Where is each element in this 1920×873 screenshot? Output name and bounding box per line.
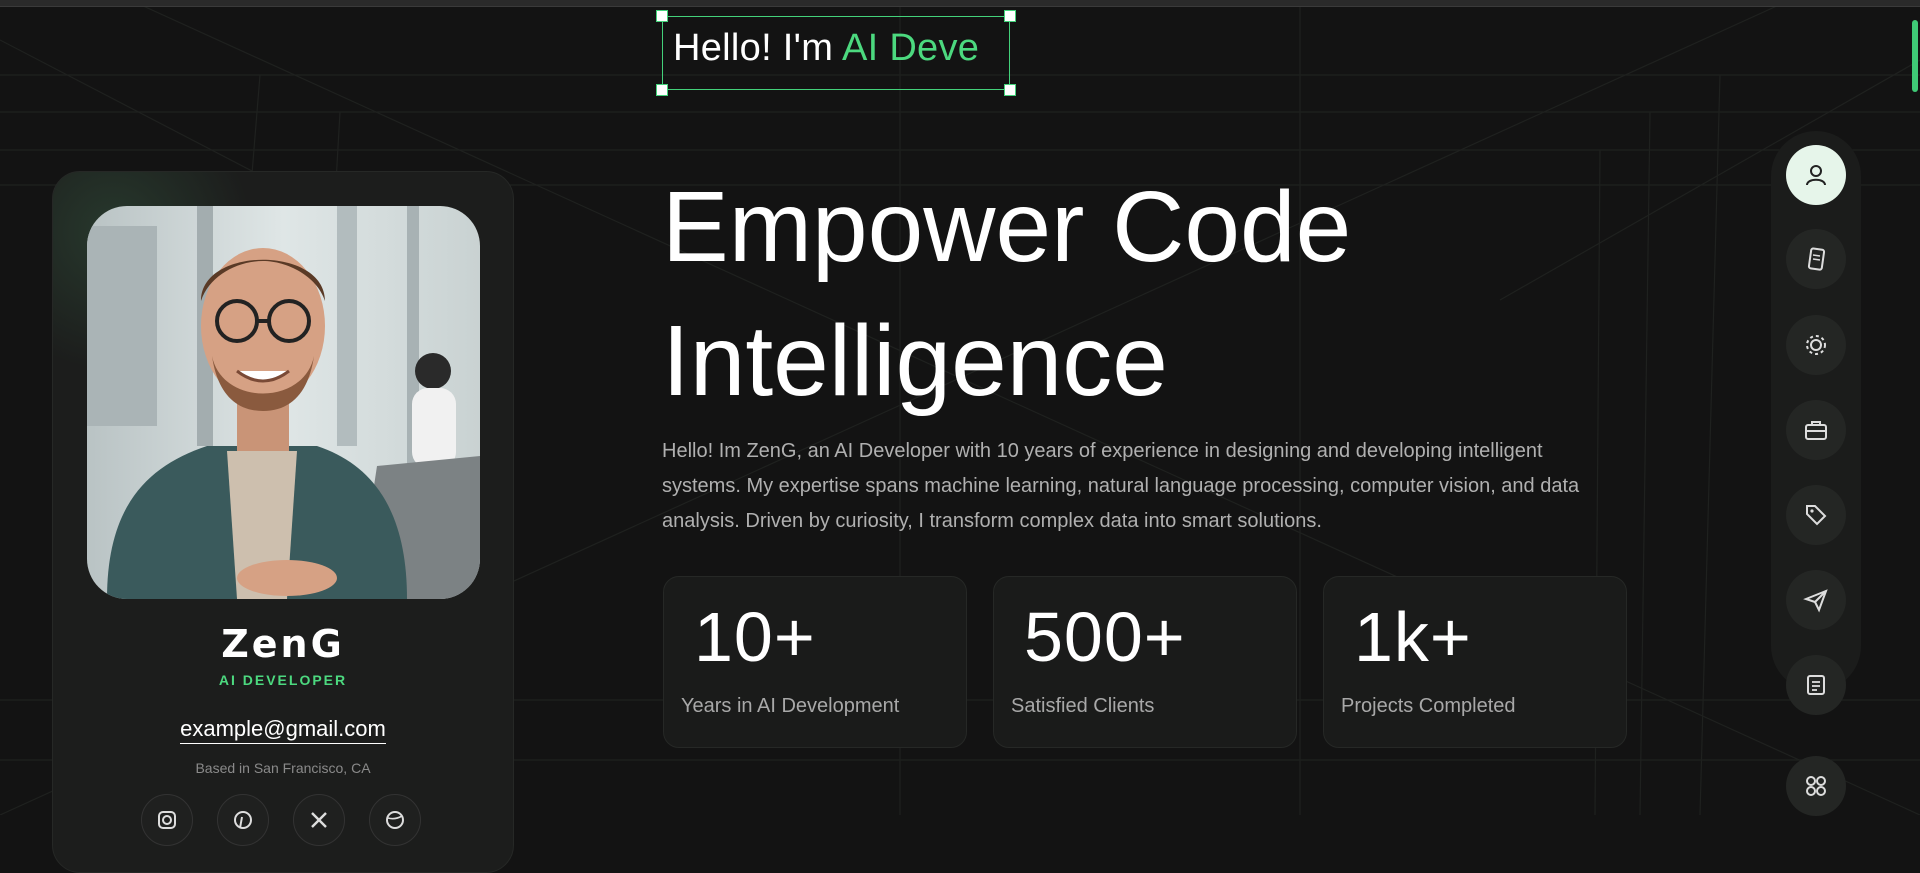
nav-portfolio-button[interactable] — [1786, 400, 1846, 460]
briefcase-icon — [1805, 421, 1827, 440]
greeting-selection-box[interactable]: Hello! I'm AI Deve — [662, 16, 1010, 90]
headline-line-1: Empower Code — [662, 171, 1352, 283]
profile-role: AI DEVELOPER — [218, 672, 348, 688]
send-icon — [1803, 589, 1828, 613]
profile-location: Based in San Francisco, CA — [195, 760, 371, 776]
window-top-edge — [0, 0, 1920, 7]
nav-services-button[interactable] — [1786, 315, 1846, 375]
greeting-prefix: Hello! I'm — [673, 27, 842, 69]
resize-handle-bottom-right[interactable] — [1004, 84, 1016, 96]
nav-resume-button[interactable] — [1786, 229, 1846, 289]
nav-profile-button[interactable] — [1786, 145, 1846, 205]
stat-value: 10+ — [694, 598, 816, 676]
nav-pricing-button[interactable] — [1786, 485, 1846, 545]
resume-icon — [1807, 247, 1826, 271]
profile-card: ZenG AI DEVELOPER example@gmail.com Base… — [52, 171, 514, 873]
hero-headline: Empower Code Intelligence — [662, 160, 1462, 428]
resize-handle-top-left[interactable] — [656, 10, 668, 22]
email-text[interactable]: example@gmail.com — [180, 716, 386, 744]
stat-label: Satisfied Clients — [1011, 695, 1155, 717]
scrollbar-thumb[interactable] — [1912, 20, 1918, 92]
pinterest-icon[interactable] — [217, 794, 269, 846]
stat-card: 10+ Years in AI Development — [663, 576, 967, 748]
nav-blog-button[interactable] — [1786, 655, 1846, 715]
email-link[interactable]: example@gmail.com — [53, 716, 513, 744]
hero-intro: Hello! Im ZenG, an AI Developer with 10 … — [662, 440, 1580, 532]
instagram-icon[interactable] — [141, 794, 193, 846]
greeting-text: Hello! I'm AI Deve — [673, 27, 979, 70]
greeting-accent: AI Deve — [841, 27, 980, 69]
tag-icon — [1806, 505, 1827, 526]
profile-name: ZenG — [221, 622, 345, 666]
nav-contact-button[interactable] — [1786, 570, 1846, 630]
resize-handle-top-right[interactable] — [1004, 10, 1016, 22]
profile-photo — [87, 206, 480, 599]
stat-card: 500+ Satisfied Clients — [993, 576, 1297, 748]
stats-row: 10+ Years in AI Development 500+ Satisfi… — [663, 576, 1627, 748]
stat-value: 500+ — [1024, 598, 1186, 676]
social-links — [141, 794, 421, 846]
stat-value: 1k+ — [1354, 598, 1472, 676]
headline-line-2: Intelligence — [662, 305, 1168, 417]
resize-handle-bottom-left[interactable] — [656, 84, 668, 96]
stat-label: Years in AI Development — [681, 695, 900, 717]
apps-icon — [1806, 776, 1826, 796]
stat-card: 1k+ Projects Completed — [1323, 576, 1627, 748]
gear-icon — [1806, 335, 1826, 355]
nav-apps-button[interactable] — [1786, 756, 1846, 816]
user-icon — [1806, 165, 1826, 186]
dribbble-icon[interactable] — [369, 794, 421, 846]
document-icon — [1807, 675, 1825, 695]
x-icon[interactable] — [293, 794, 345, 846]
stat-label: Projects Completed — [1341, 695, 1516, 717]
